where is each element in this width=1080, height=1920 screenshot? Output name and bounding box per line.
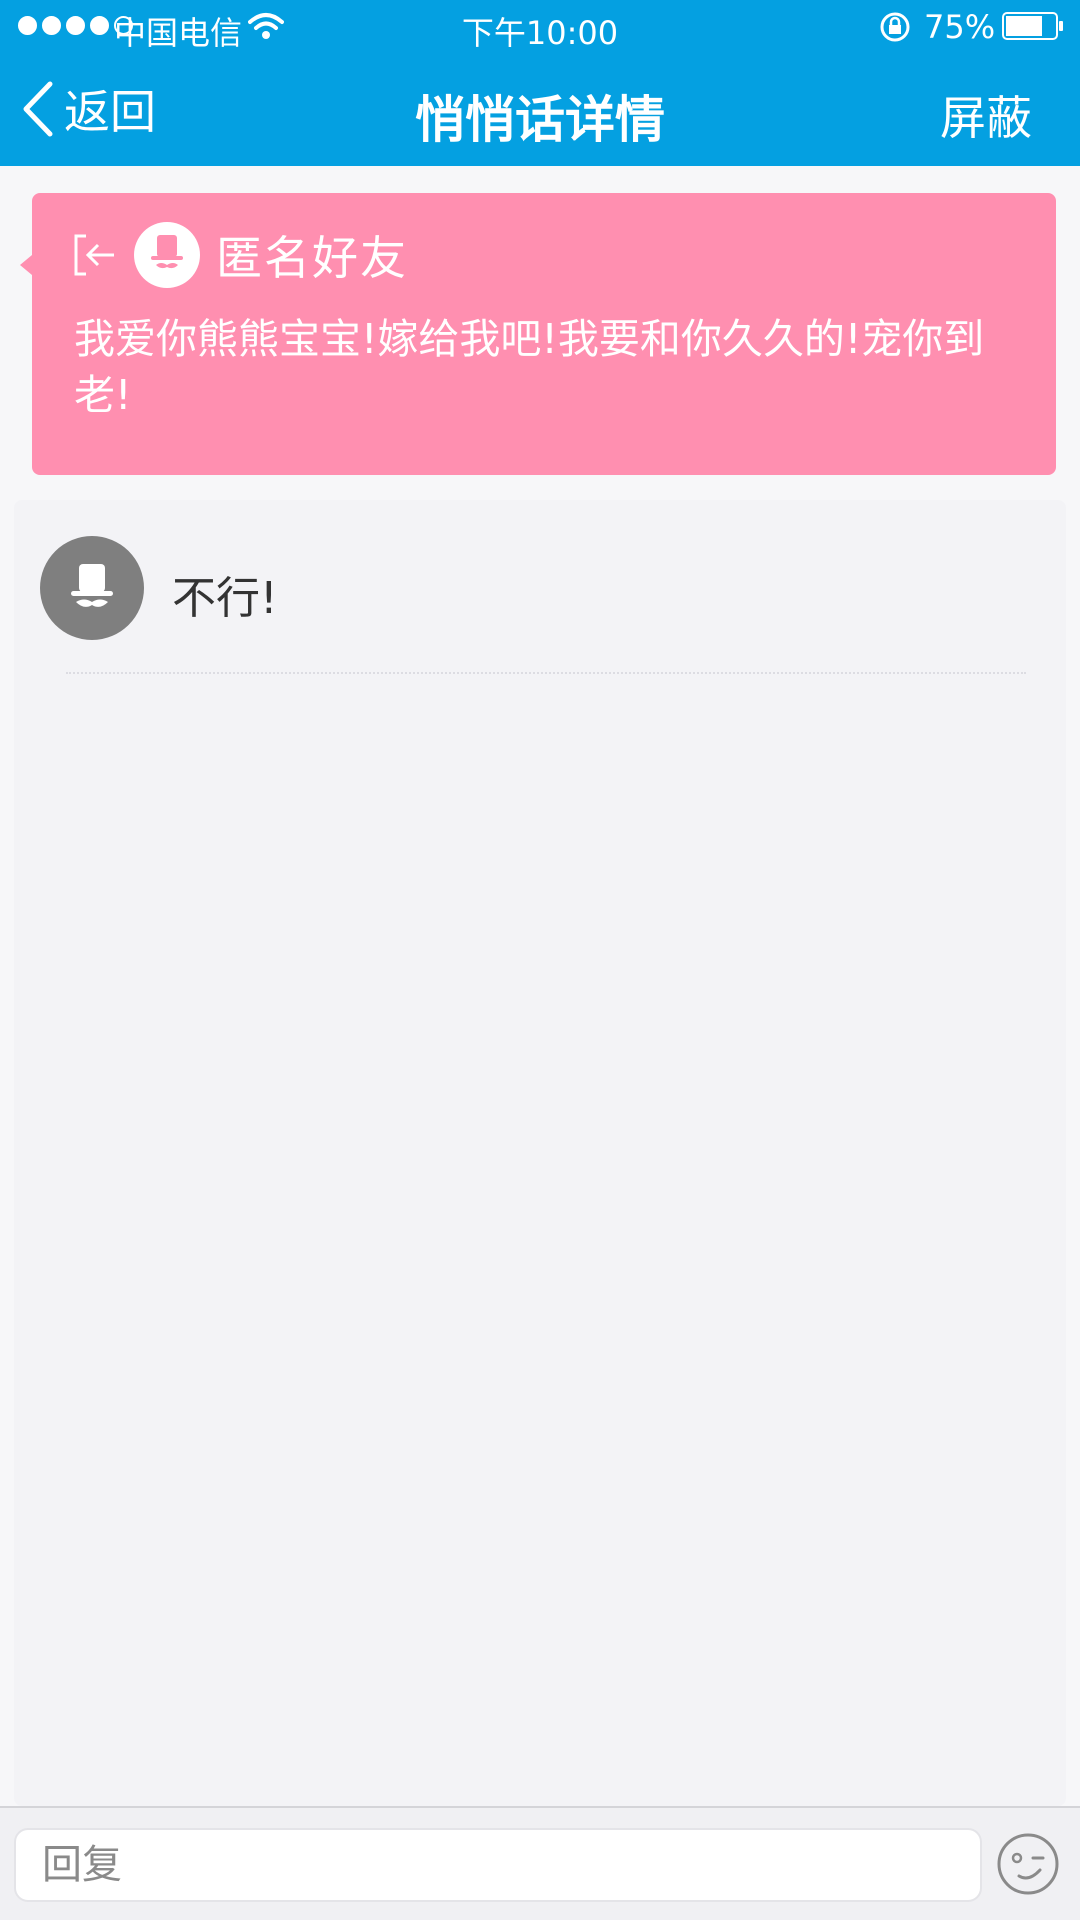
reply-bar (0, 1806, 1080, 1920)
wink-face-icon[interactable] (996, 1832, 1060, 1896)
reply-avatar (40, 536, 144, 640)
status-bar: 中国电信 下午10:00 75% (0, 0, 1080, 54)
nav-bar: 返回 悄悄话详情 屏蔽 (0, 54, 1080, 166)
reply-item[interactable]: 不行! (40, 536, 1040, 640)
reply-list: 不行! (14, 500, 1066, 1806)
whisper-header: 匿名好友 (72, 221, 408, 289)
page-title: 悄悄话详情 (415, 91, 665, 149)
battery-icon (1002, 12, 1063, 40)
sender-avatar (134, 222, 200, 288)
clock: 下午10:00 (461, 14, 619, 52)
reply-divider (66, 672, 1026, 674)
reply-text: 不行! (172, 573, 278, 624)
exit-arrow-icon[interactable] (72, 232, 118, 278)
header: 中国电信 下午10:00 75% 返回 悄悄话详情 屏蔽 (0, 0, 1080, 166)
anonymous-avatar-icon (71, 564, 113, 607)
battery-percent: 75% (924, 8, 996, 46)
whisper-message: 我爱你熊熊宝宝!嫁给我吧!我要和你久久的!宠你到老! (74, 315, 985, 419)
rotation-lock-icon (880, 12, 910, 42)
sender-name: 匿名好友 (216, 231, 408, 285)
anonymous-avatar-icon (151, 235, 183, 269)
reply-input[interactable] (14, 1828, 982, 1902)
whisper-card: 匿名好友 我爱你熊熊宝宝!嫁给我吧!我要和你久久的!宠你到老! (20, 193, 1056, 475)
block-button[interactable]: 屏蔽 (940, 82, 1032, 148)
